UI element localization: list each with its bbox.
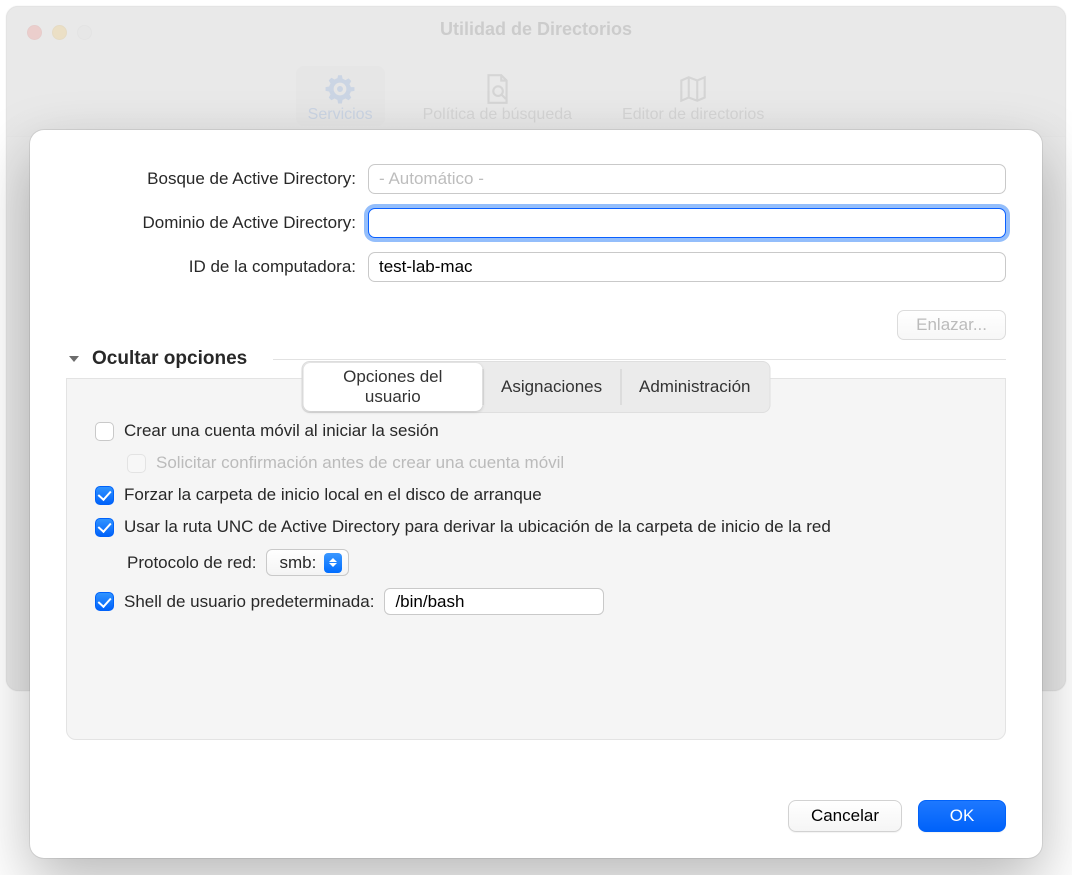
default-shell-field[interactable]	[384, 588, 604, 615]
forest-field[interactable]	[368, 164, 1006, 194]
confirm-create-label: Solicitar confirmación antes de crear un…	[156, 453, 564, 473]
tab-mappings[interactable]: Asignaciones	[483, 363, 620, 411]
domain-label: Dominio de Active Directory:	[66, 213, 368, 233]
options-panel: Opciones del usuario Asignaciones Admini…	[66, 378, 1006, 740]
mobile-account-checkbox[interactable]	[95, 422, 114, 441]
computer-id-field[interactable]	[368, 252, 1006, 282]
tab-administrative[interactable]: Administración	[621, 363, 769, 411]
tab-user-experience[interactable]: Opciones del usuario	[304, 363, 483, 411]
mobile-account-label: Crear una cuenta móvil al iniciar la ses…	[124, 421, 439, 441]
use-unc-label: Usar la ruta UNC de Active Directory par…	[124, 517, 831, 537]
active-directory-sheet: Bosque de Active Directory: Dominio de A…	[30, 130, 1042, 858]
force-local-home-label: Forzar la carpeta de inicio local en el …	[124, 485, 542, 505]
default-shell-label: Shell de usuario predeterminada:	[124, 592, 374, 612]
chevron-down-icon	[66, 351, 82, 367]
protocol-value: smb:	[279, 553, 316, 573]
protocol-label: Protocolo de red:	[127, 553, 256, 573]
confirm-create-checkbox	[127, 454, 146, 473]
force-local-home-checkbox[interactable]	[95, 486, 114, 505]
computer-id-label: ID de la computadora:	[66, 257, 368, 277]
popup-arrows-icon	[324, 553, 342, 573]
domain-field[interactable]	[368, 208, 1006, 238]
use-unc-checkbox[interactable]	[95, 518, 114, 537]
cancel-button[interactable]: Cancelar	[788, 800, 902, 832]
disclosure-title: Ocultar opciones	[92, 348, 247, 370]
ok-button[interactable]: OK	[918, 800, 1006, 832]
separator-line	[273, 359, 1006, 360]
default-shell-checkbox[interactable]	[95, 592, 114, 611]
protocol-popup[interactable]: smb:	[266, 549, 349, 576]
bind-button[interactable]: Enlazar...	[897, 310, 1006, 340]
options-tabs: Opciones del usuario Asignaciones Admini…	[302, 361, 771, 413]
forest-label: Bosque de Active Directory:	[66, 169, 368, 189]
